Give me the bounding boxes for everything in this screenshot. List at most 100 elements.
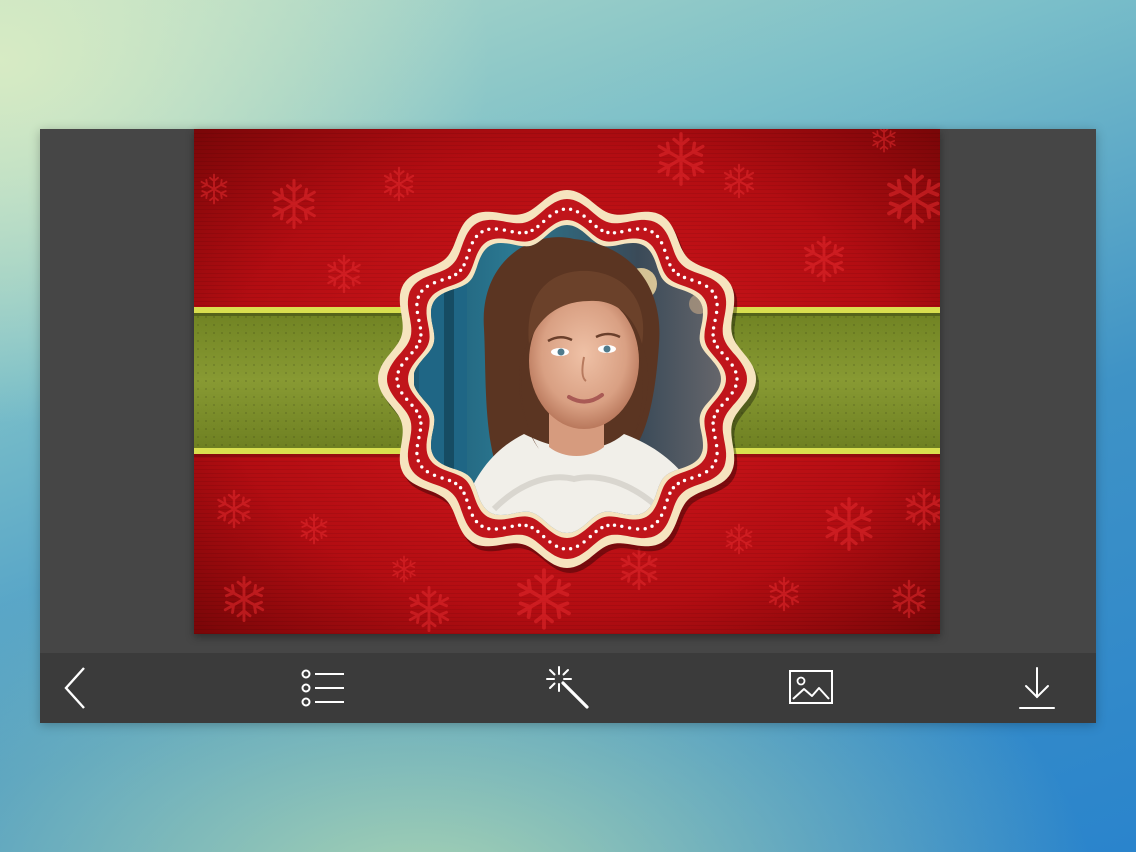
badge-dot	[419, 333, 423, 337]
badge-dot	[704, 284, 709, 288]
badge-dot	[542, 534, 546, 539]
badge-dot	[470, 241, 475, 245]
badge-dot	[440, 278, 444, 282]
save-button[interactable]	[1009, 663, 1065, 713]
badge-dot	[425, 284, 430, 288]
badge-dot	[697, 473, 702, 477]
badge-dot	[454, 272, 458, 277]
badge-dot	[418, 428, 423, 432]
badge-dot	[671, 268, 676, 272]
badge-dot	[494, 527, 499, 531]
badge-dot	[417, 435, 421, 440]
badge-dot	[561, 547, 566, 551]
badge-dot	[627, 228, 632, 232]
badge-dot	[530, 525, 534, 530]
photo-frame-editor-screen	[40, 129, 1096, 723]
badge-dot	[568, 547, 573, 551]
badge-dot	[517, 231, 522, 235]
badge-dot	[524, 230, 528, 235]
badge-dot	[548, 540, 552, 544]
badge-dot	[420, 289, 424, 293]
badge-dot	[735, 377, 739, 381]
badge-dot	[418, 326, 423, 330]
badge-dot	[643, 527, 647, 531]
badge-dot	[711, 333, 715, 337]
badge-dot	[575, 544, 580, 548]
badge-dot	[395, 377, 399, 381]
badge-dot	[410, 403, 414, 407]
gallery-button[interactable]	[783, 663, 839, 713]
badge-dot	[714, 295, 718, 299]
badge-dot	[418, 415, 422, 419]
badge-dot	[400, 363, 404, 367]
badge-dot	[462, 263, 466, 267]
badge-dot	[474, 234, 479, 239]
badge-dot	[400, 391, 404, 395]
badge-dot	[676, 481, 680, 486]
badge-dot	[655, 234, 660, 239]
badge-dot	[715, 345, 720, 349]
badge-dot	[606, 523, 610, 528]
badge-dot	[487, 527, 491, 531]
badge-dot	[650, 230, 654, 234]
badge-dot	[548, 214, 552, 218]
badge-dot	[725, 397, 729, 401]
badge-dot	[659, 241, 664, 245]
badge-dot	[690, 278, 694, 282]
badge-dot	[467, 506, 471, 510]
badge-dot	[524, 523, 528, 528]
badge-dot	[554, 544, 559, 548]
badge-dot	[410, 351, 414, 355]
badge-dot	[405, 357, 409, 361]
badge-dot	[465, 498, 469, 502]
badge-dot	[612, 231, 617, 235]
frames-list-button[interactable]	[295, 663, 351, 713]
badge-dot	[416, 295, 420, 299]
badge-dot	[665, 498, 669, 502]
badge-dot	[487, 227, 491, 231]
badge-dot	[643, 227, 647, 231]
badge-dot	[414, 345, 419, 349]
badge-dot	[414, 409, 419, 413]
badge-dot	[710, 465, 714, 469]
badge-dot	[561, 207, 566, 211]
badge-dot	[720, 351, 724, 355]
badge-dot	[447, 478, 452, 483]
badge-dot	[568, 207, 573, 211]
badge-dot	[712, 415, 716, 419]
badge-dot	[417, 318, 421, 323]
badge-dot	[734, 370, 738, 374]
badge-dot	[458, 486, 463, 490]
christmas-frame-card	[194, 129, 940, 634]
badge-dot	[588, 219, 592, 224]
badge-dot	[714, 310, 719, 315]
badge-dot	[542, 219, 546, 224]
image-icon	[789, 670, 833, 704]
badge-dot	[730, 391, 734, 395]
badge-dot	[711, 326, 716, 330]
badge-dot	[620, 524, 624, 528]
badge-dot	[668, 263, 672, 267]
badge-dot	[432, 473, 437, 477]
badge-dot	[502, 228, 507, 232]
list-icon	[301, 669, 344, 707]
badge-dot	[554, 210, 559, 214]
back-button[interactable]	[48, 663, 104, 713]
badge-dot	[682, 478, 687, 483]
badge-dot	[600, 228, 604, 233]
badge-dot	[415, 443, 420, 448]
badge-dot	[405, 397, 409, 401]
badge-dot	[714, 443, 719, 448]
download-icon	[1019, 667, 1055, 709]
badge-dot	[480, 524, 484, 528]
badge-dot	[730, 363, 734, 367]
badge-dot	[510, 524, 514, 528]
effects-button[interactable]	[540, 663, 596, 713]
badge-dot	[396, 384, 400, 388]
badge-dot	[440, 476, 444, 480]
badge-dot	[419, 421, 423, 425]
badge-dot	[517, 523, 522, 527]
badge-dot	[467, 248, 471, 252]
badge-dot	[588, 534, 592, 539]
badge-dot	[510, 230, 514, 234]
